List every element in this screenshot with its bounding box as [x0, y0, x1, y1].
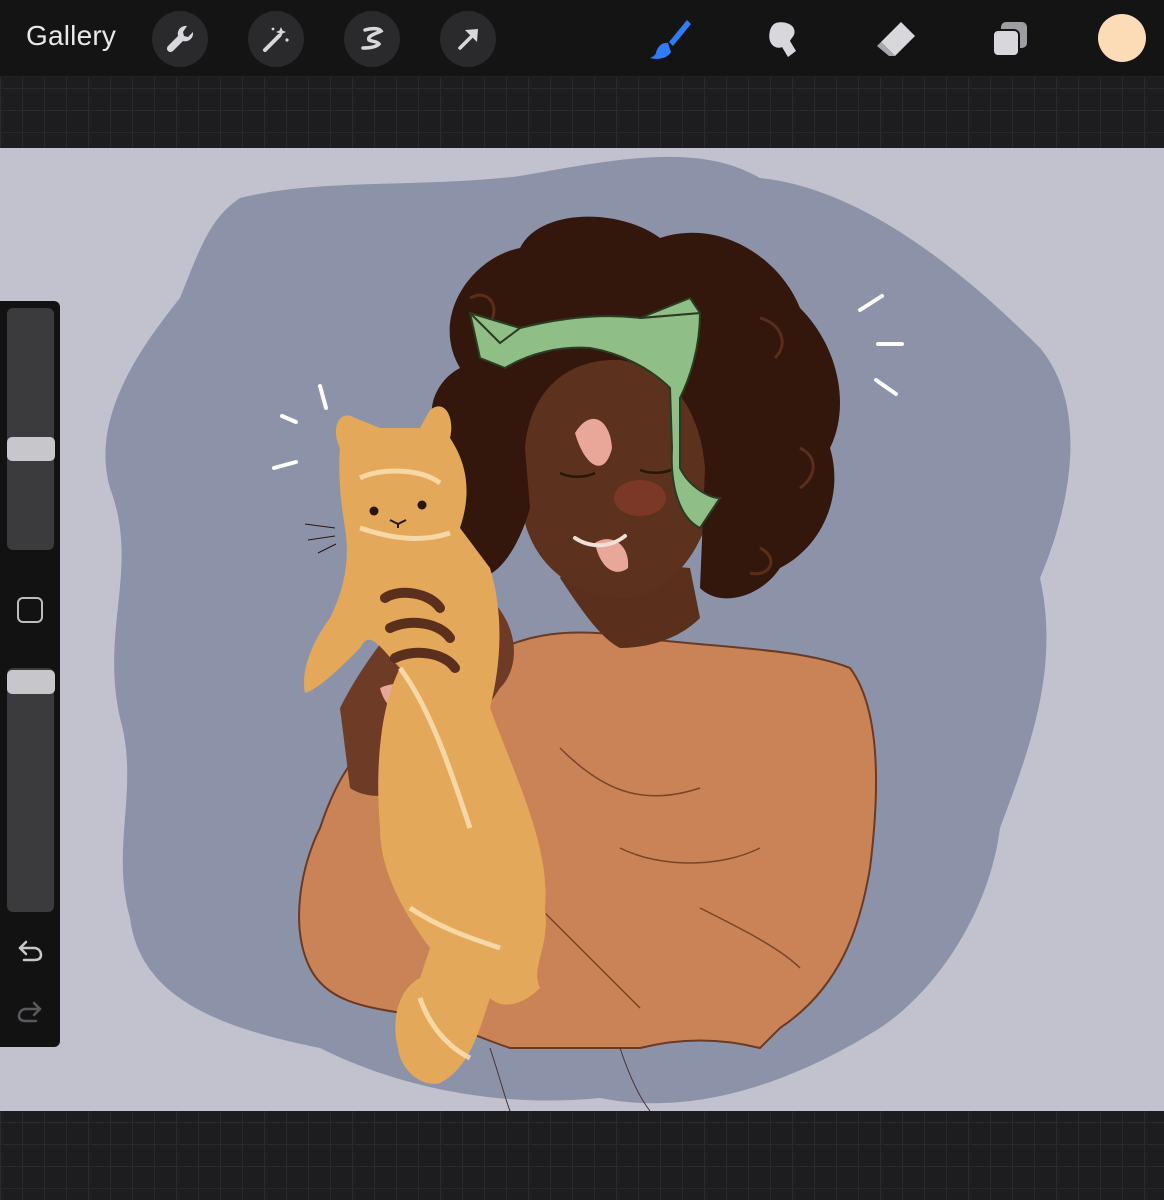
wrench-icon [166, 25, 194, 53]
redo-icon [17, 1001, 42, 1023]
actions-button[interactable] [152, 11, 208, 67]
redo-button[interactable] [14, 997, 46, 1025]
selection-icon [361, 26, 384, 50]
layers-icon [992, 22, 1027, 57]
opacity-thumb[interactable] [7, 670, 55, 694]
eraser-icon [877, 22, 915, 56]
top-toolbar: Gallery [0, 0, 1164, 77]
color-picker-swatch[interactable] [1098, 14, 1146, 62]
brush-icon [650, 20, 691, 59]
brush-tool-button[interactable] [642, 12, 698, 66]
left-sidebar [0, 301, 60, 1047]
smudge-icon [769, 22, 796, 57]
drawing-canvas[interactable] [0, 148, 1164, 1111]
selection-button[interactable] [344, 11, 400, 67]
opacity-slider[interactable] [7, 668, 54, 912]
brush-size-thumb[interactable] [7, 437, 55, 461]
transform-button[interactable] [440, 11, 496, 67]
transform-arrow-icon [458, 29, 478, 50]
layers-button[interactable] [982, 12, 1038, 66]
adjustments-button[interactable] [248, 11, 304, 67]
brush-size-slider[interactable] [7, 308, 54, 550]
square-modify-icon[interactable] [17, 597, 43, 623]
gallery-button[interactable]: Gallery [26, 20, 116, 52]
smudge-tool-button[interactable] [756, 12, 812, 66]
undo-icon [18, 940, 43, 962]
eraser-tool-button[interactable] [868, 12, 924, 66]
procreate-app: Gallery [0, 0, 1164, 1200]
artwork [105, 156, 1071, 1111]
magic-wand-icon [263, 27, 289, 52]
undo-button[interactable] [14, 936, 46, 964]
